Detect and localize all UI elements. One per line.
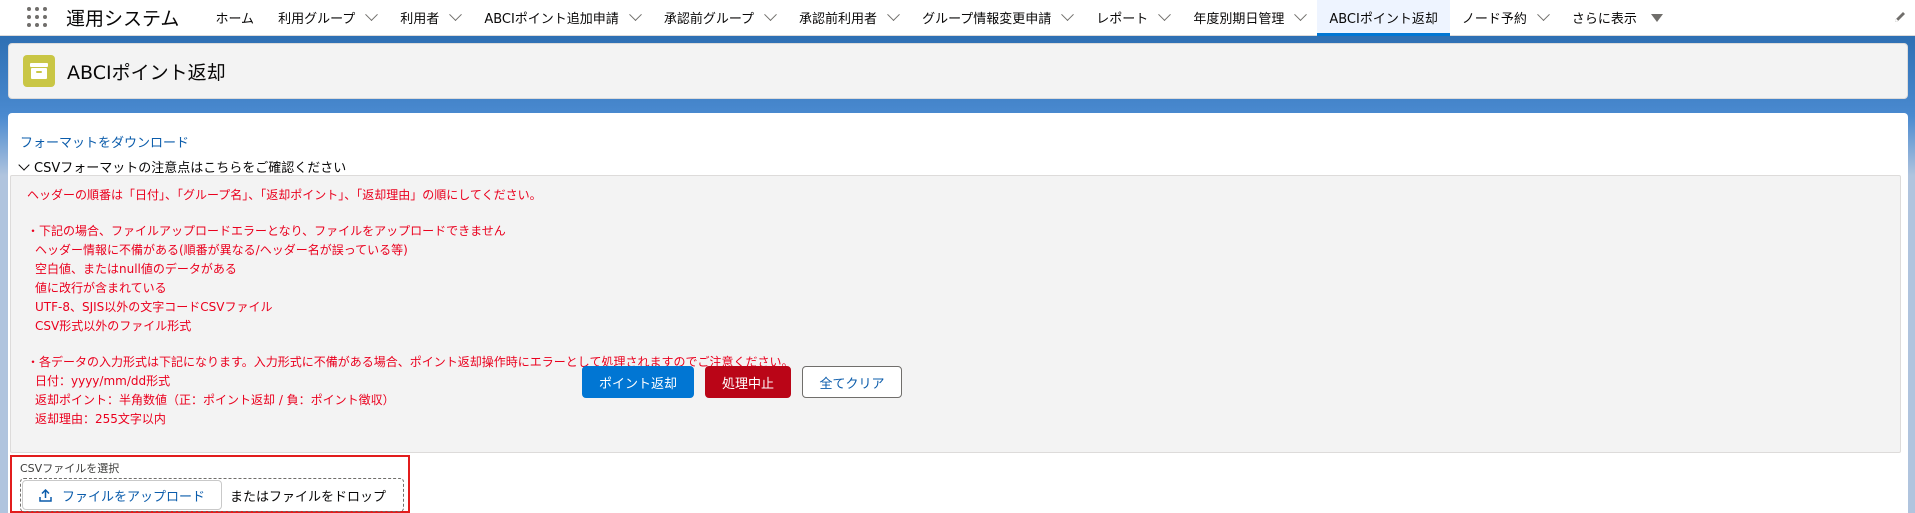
chevron-down-icon[interactable] xyxy=(628,8,642,22)
download-format-link[interactable]: フォーマットをダウンロード xyxy=(20,132,189,151)
file-upload-label: CSVファイルを選択 xyxy=(20,462,120,475)
nav-item-label: ABCIポイント追加申請 xyxy=(484,12,619,27)
nav-items: ホーム 利用グループ 利用者 ABCIポイント追加申請 承認前グループ 承認前利用者 グルー… xyxy=(203,0,1559,36)
chevron-down-icon[interactable] xyxy=(1061,8,1075,22)
nav-item-2[interactable]: 利用者 xyxy=(388,0,472,36)
point-return-button[interactable]: ポイント返却 xyxy=(582,366,694,398)
chevron-down-icon[interactable] xyxy=(1536,8,1550,22)
nav-item-10[interactable]: ノード予約 xyxy=(1450,0,1560,36)
nav-item-label: ノード予約 xyxy=(1461,12,1527,27)
drop-file-text: またはファイルをドロップ xyxy=(230,489,387,505)
notice-line: ヘッダーの順番は「日付」、「グループ名」、「返却ポイント」、「返却理由」の順にし… xyxy=(27,188,542,202)
notice-line: CSV形式以外のファイル形式 xyxy=(35,319,192,333)
nav-item-8[interactable]: 年度別期日管理 xyxy=(1181,0,1317,36)
csv-notice-toggle-label: CSVフォーマットの注意点はこちらをご確認ください xyxy=(34,161,347,176)
nav-item-4[interactable]: 承認前グループ xyxy=(652,0,787,36)
file-upload-section: CSVファイルを選択 ファイルをアップロード またはファイルをドロップ xyxy=(10,455,410,513)
nav-item-label: 利用者 xyxy=(400,12,440,27)
notice-line: 返却ポイント：半角数値（正：ポイント返却 / 負：ポイント徴収） xyxy=(35,393,395,407)
notice-line: 返却理由：255文字以内 xyxy=(35,412,166,426)
chevron-down-icon[interactable] xyxy=(1158,8,1172,22)
chevron-down-icon[interactable] xyxy=(365,8,379,22)
nav-item-label: グループ情報変更申請 xyxy=(922,12,1052,27)
notice-line: ・各データの入力形式は下記になります。入力形式に不備がある場合、ポイント返却操作… xyxy=(27,355,794,369)
chevron-down-icon xyxy=(18,158,30,171)
csv-notice-toggle[interactable]: CSVフォーマットの注意点はこちらをご確認ください xyxy=(18,157,347,176)
notice-line: UTF-8、SJIS以外の文字コードCSVファイル xyxy=(35,300,273,314)
csv-notice-box: ヘッダーの順番は「日付」、「グループ名」、「返却ポイント」、「返却理由」の順にし… xyxy=(10,175,1901,453)
nav-item-label: 年度別期日管理 xyxy=(1193,12,1285,27)
file-dropzone[interactable]: ファイルをアップロード またはファイルをドロップ xyxy=(20,478,404,512)
nav-item-1[interactable]: 利用グループ xyxy=(266,0,388,36)
nav-item-0[interactable]: ホーム xyxy=(203,0,266,36)
caret-down-icon xyxy=(1650,13,1663,22)
main-card: フォーマットをダウンロード CSVフォーマットの注意点はこちらをご確認ください … xyxy=(8,113,1908,513)
top-navigation: 運用システム ホーム 利用グループ 利用者 ABCIポイント追加申請 承認前グループ 承認… xyxy=(0,0,1915,36)
notice-line: ・下記の場合、ファイルアップロードエラーとなり、ファイルをアップロードできません xyxy=(27,224,506,238)
notice-line: 空白値、またはnull値のデータがある xyxy=(35,262,237,276)
nav-item-label: ホーム xyxy=(215,12,255,27)
nav-more-label: さらに表示 xyxy=(1571,12,1637,27)
nav-item-3[interactable]: ABCIポイント追加申請 xyxy=(472,0,652,36)
upload-file-button-label: ファイルをアップロード xyxy=(62,489,206,505)
nav-item-label: レポート xyxy=(1096,12,1149,27)
pencil-edit-icon[interactable] xyxy=(1893,10,1907,24)
page-title: ABCIポイント返却 xyxy=(67,61,226,84)
notice-line: 値に改行が含まれている xyxy=(35,281,167,295)
page-header: ABCIポイント返却 xyxy=(8,43,1908,99)
nav-item-9[interactable]: ABCIポイント返却 xyxy=(1317,0,1450,36)
archive-box-icon xyxy=(23,55,55,87)
notice-line: ヘッダー情報に不備がある(順番が異なる/ヘッダー名が誤っている等) xyxy=(35,243,408,257)
nav-more-button[interactable]: さらに表示 xyxy=(1560,0,1675,36)
chevron-down-icon[interactable] xyxy=(449,8,463,22)
app-name: 運用システム xyxy=(66,8,180,30)
nav-item-label: 承認前利用者 xyxy=(799,12,878,27)
upload-icon xyxy=(39,488,52,502)
nav-item-5[interactable]: 承認前利用者 xyxy=(787,0,910,36)
nav-item-label: 利用グループ xyxy=(278,12,356,27)
notice-line xyxy=(27,336,1900,353)
chevron-down-icon[interactable] xyxy=(764,8,777,22)
nav-item-label: ABCIポイント返却 xyxy=(1329,12,1438,27)
chevron-down-icon[interactable] xyxy=(887,8,900,22)
upload-file-button[interactable]: ファイルをアップロード xyxy=(22,480,223,510)
notice-line xyxy=(27,205,1900,222)
clear-all-button[interactable]: 全てクリア xyxy=(802,366,902,398)
nav-item-label: 承認前グループ xyxy=(663,12,755,27)
cancel-process-button[interactable]: 処理中止 xyxy=(705,366,791,398)
chevron-down-icon[interactable] xyxy=(1294,8,1308,22)
app-launcher-icon[interactable] xyxy=(27,6,49,29)
notice-line: 日付：yyyy/mm/dd形式 xyxy=(35,374,171,388)
nav-item-7[interactable]: レポート xyxy=(1084,0,1181,36)
nav-item-6[interactable]: グループ情報変更申請 xyxy=(910,0,1084,36)
